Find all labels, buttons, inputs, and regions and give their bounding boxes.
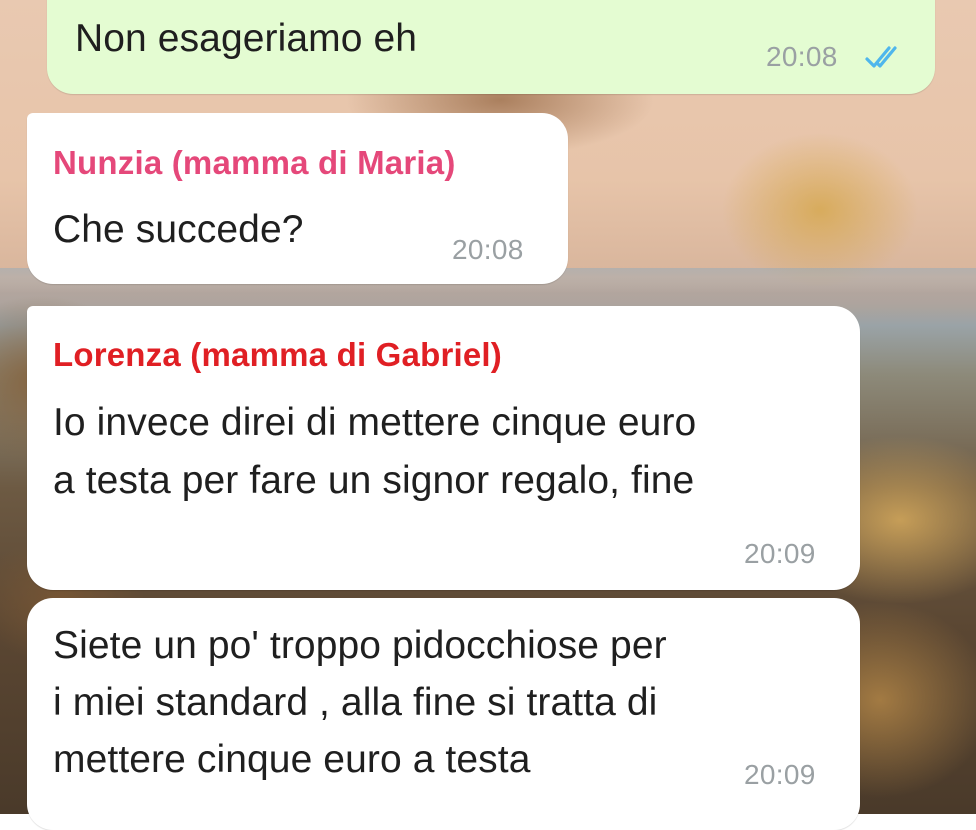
message-bubble-incoming[interactable]: Nunzia (mamma di Maria) Che succede? 20:… [27, 113, 568, 284]
sender-name: Lorenza (mamma di Gabriel) [53, 336, 502, 373]
message-text-line: Siete un po' troppo pidocchiose per [53, 624, 667, 667]
message-text-line: mettere cinque euro a testa [53, 738, 531, 781]
message-timestamp: 20:09 [744, 538, 816, 569]
message-timestamp: 20:08 [766, 41, 838, 72]
message-text: Che succede? [53, 208, 304, 251]
message-text-line: Io invece direi di mettere cinque euro [53, 401, 697, 444]
message-bubble-incoming[interactable]: Lorenza (mamma di Gabriel) Io invece dir… [27, 306, 860, 590]
message-timestamp: 20:08 [452, 234, 524, 265]
message-text-line: i miei standard , alla fine si tratta di [53, 681, 658, 724]
message-timestamp: 20:09 [744, 759, 816, 790]
message-bubble-outgoing[interactable]: Non esageriamo eh 20:08 [47, 0, 935, 94]
message-text-line: a testa per fare un signor regalo, fine [53, 459, 695, 502]
message-text: Non esageriamo eh [75, 17, 418, 60]
double-check-read-icon [865, 46, 897, 68]
sender-name: Nunzia (mamma di Maria) [53, 144, 456, 181]
message-bubble-incoming[interactable]: Siete un po' troppo pidocchiose per i mi… [27, 598, 860, 830]
